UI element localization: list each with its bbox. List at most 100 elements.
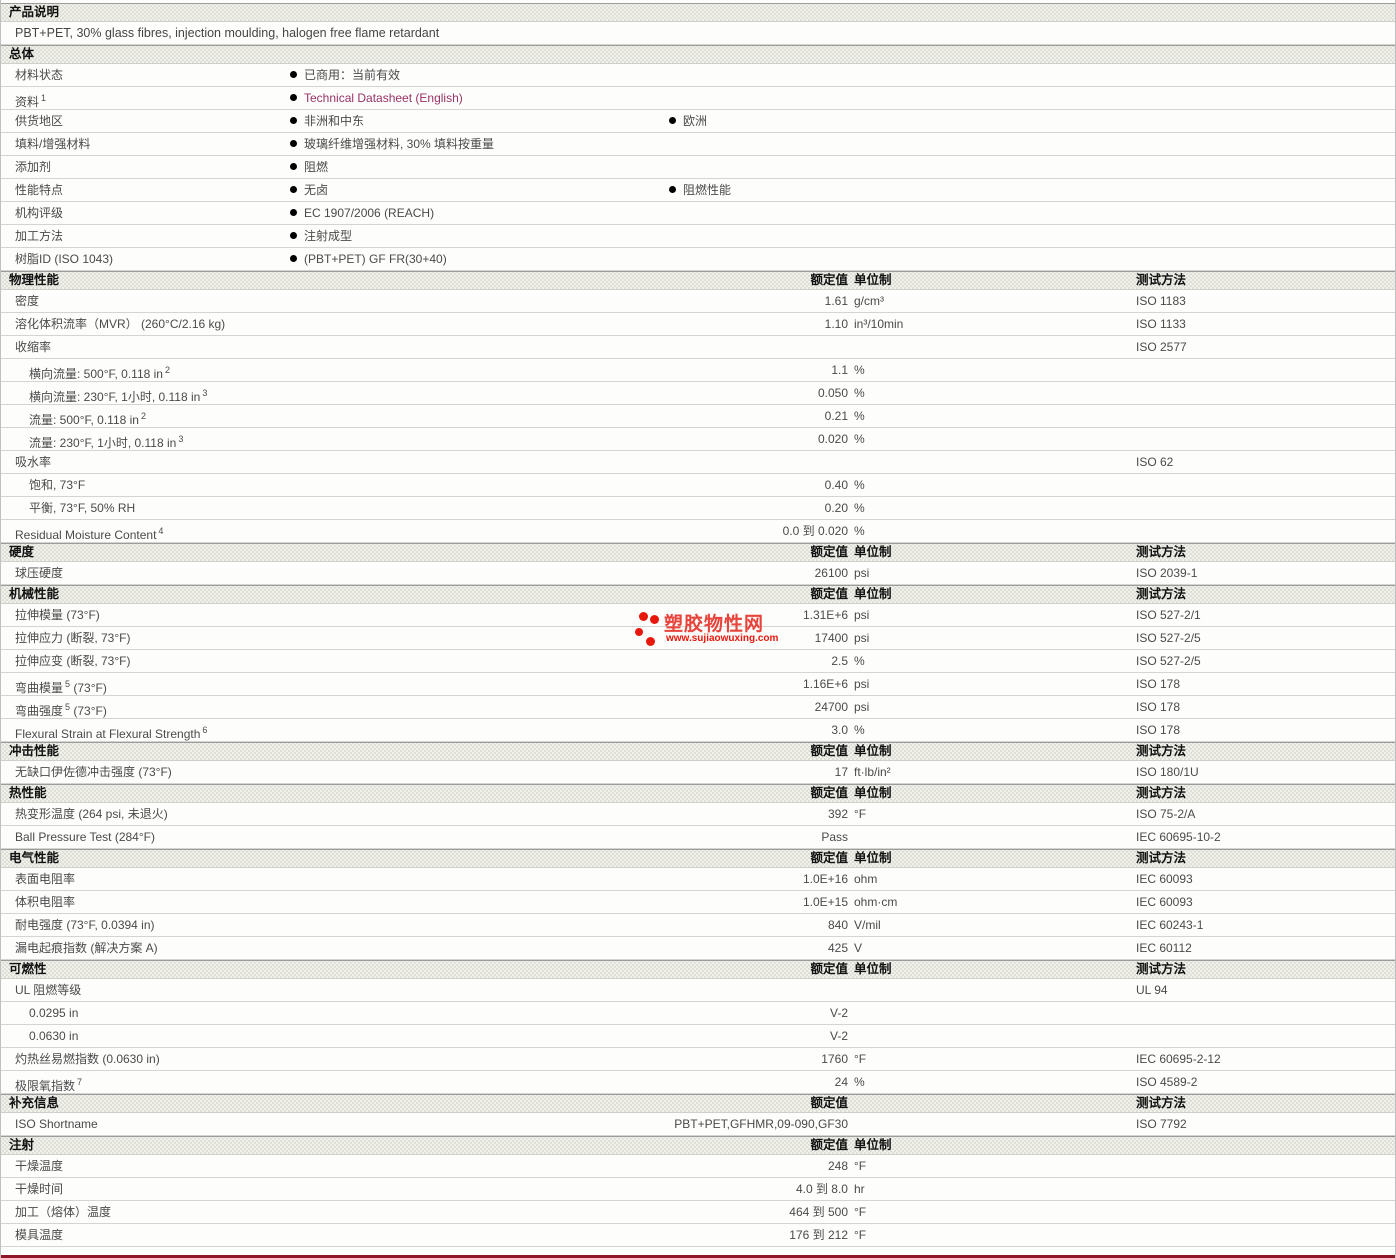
- property-unit: °F: [854, 1205, 867, 1219]
- bullet-icon: [290, 232, 297, 239]
- property-value: Pass: [821, 830, 848, 844]
- property-label: 表面电阻率: [15, 868, 75, 890]
- section-title: 总体: [9, 47, 35, 61]
- bullet-icon: [669, 186, 676, 193]
- test-method: ISO 178: [1136, 700, 1181, 714]
- property-value: V-2: [829, 1029, 848, 1043]
- datasheet-link[interactable]: Technical Datasheet (English): [304, 91, 463, 105]
- section-title: 热性能: [9, 786, 47, 800]
- table-row: 密度 1.61 g/cm³ ISO 1183: [1, 290, 1395, 313]
- table-row: ISO Shortname PBT+PET,GFHMR,09-090,GF30 IS…: [1, 1113, 1395, 1136]
- property-label: 球压硬度: [15, 562, 63, 584]
- property-label-text: 无缺口伊佐德冲击强度 (73°F): [15, 765, 172, 779]
- column-header-value: 额定值: [810, 744, 848, 758]
- property-label-text: 表面电阻率: [15, 872, 76, 886]
- property-value: 392: [827, 807, 848, 821]
- section-header: 产品说明: [1, 3, 1395, 22]
- footnote-ref: 3: [178, 434, 184, 444]
- table-row: 供货地区 非洲和中东 欧洲: [1, 110, 1395, 133]
- property-label: 无缺口伊佐德冲击强度 (73°F): [15, 761, 172, 783]
- bullet-icon: [290, 163, 297, 170]
- bullet-icon: [290, 255, 297, 262]
- property-value: 1.1: [831, 363, 848, 377]
- bullet-item-label: 欧洲: [683, 114, 708, 128]
- property-unit: %: [854, 501, 865, 515]
- property-label: 模具温度: [15, 1224, 63, 1246]
- property-value: 17400: [814, 631, 848, 645]
- bullet-item: 已商用：当前有效: [290, 64, 400, 86]
- property-unit: %: [854, 524, 865, 538]
- bullet-item-label: 非洲和中东: [304, 114, 365, 128]
- table-row: 球压硬度 26100 psi ISO 2039-1: [1, 562, 1395, 585]
- section-header: 电气性能 额定值 单位制 测试方法: [1, 849, 1395, 868]
- table-row: 拉伸应力 (断裂, 73°F) 17400 psi ISO 527-2/5: [1, 627, 1395, 650]
- footnote-ref: 4: [158, 526, 164, 536]
- table-row: 弯曲强度 5 (73°F) 24700 psi ISO 178: [1, 696, 1395, 719]
- product-description: PBT+PET, 30% glass fibres, injection mou…: [15, 26, 440, 40]
- test-method: IEC 60093: [1136, 895, 1193, 909]
- property-label-text: 拉伸应变 (断裂, 73°F): [15, 654, 131, 668]
- property-label: 吸水率: [15, 451, 51, 473]
- property-label: 溶化体积流率（MVR） (260°C/2.16 kg): [15, 313, 225, 335]
- property-label-text: 加工（熔体）温度: [15, 1205, 112, 1219]
- column-header-value: 额定值: [810, 1096, 848, 1110]
- property-value: 1.10: [824, 317, 848, 331]
- table-row: Flexural Strain at Flexural Strength 6 3.0…: [1, 719, 1395, 742]
- section-header: 硬度 额定值 单位制 测试方法: [1, 543, 1395, 562]
- property-label-text: 球压硬度: [15, 566, 64, 580]
- test-method: ISO 75-2/A: [1136, 807, 1196, 821]
- property-label-text: 耐电强度 (73°F, 0.0394 in): [15, 918, 155, 932]
- table-row: 吸水率 ISO 62: [1, 451, 1395, 474]
- test-method: ISO 1183: [1136, 294, 1186, 308]
- property-label-text: 极限氧指数: [15, 1079, 76, 1093]
- property-label-text: 填料/增强材料: [15, 137, 91, 151]
- property-unit: %: [854, 1075, 865, 1089]
- property-unit: psi: [854, 677, 870, 691]
- property-label: 性能特点: [15, 179, 63, 201]
- property-label-cond: (73°F): [70, 681, 107, 695]
- property-label-text: 平衡, 73°F, 50% RH: [29, 501, 136, 515]
- property-label-text: 饱和, 73°F: [29, 478, 86, 492]
- table-row: 热变形温度 (264 psi, 未退火) 392 °F ISO 75-2/A: [1, 803, 1395, 826]
- property-unit: ohm·cm: [854, 895, 898, 909]
- property-value: 1760: [821, 1052, 848, 1066]
- property-value: 1.0E+15: [802, 895, 848, 909]
- footnote-ref: 2: [164, 365, 170, 375]
- property-value: 0.0 到 0.020: [782, 524, 848, 538]
- property-label-text: 树脂ID (ISO 1043): [15, 252, 114, 266]
- test-method: IEC 60112: [1136, 941, 1192, 955]
- bullet-item: 无卤: [290, 179, 328, 201]
- test-method: ISO 178: [1136, 723, 1181, 737]
- test-method: ISO 62: [1136, 455, 1174, 469]
- property-value: 17: [834, 765, 848, 779]
- property-unit: °F: [854, 1159, 867, 1173]
- property-label-text: 溶化体积流率（MVR） (260°C/2.16 kg): [15, 317, 226, 331]
- section-header: 机械性能 额定值 单位制 测试方法: [1, 585, 1395, 604]
- property-label-text: 材料状态: [15, 68, 64, 82]
- property-label-text: 漏电起痕指数 (解决方案 A): [15, 941, 158, 955]
- property-unit: V/mil: [854, 918, 881, 932]
- section-title: 机械性能: [9, 587, 60, 601]
- column-header-value: 额定值: [810, 587, 848, 601]
- property-label: UL 阻燃等级: [15, 979, 81, 1001]
- table-row: 极限氧指数 7 24% ISO 4589-2: [1, 1071, 1395, 1094]
- table-row: 加工（熔体）温度 464 到 500 °F: [1, 1201, 1395, 1224]
- section-title: 冲击性能: [9, 744, 60, 758]
- footnote-ref: 1: [41, 93, 47, 103]
- table-row: 收缩率 ISO 2577: [1, 336, 1395, 359]
- property-label: 加工方法: [15, 225, 63, 247]
- bullet-item: (PBT+PET) GF FR(30+40): [290, 248, 447, 270]
- property-label: Ball Pressure Test (284°F): [15, 826, 155, 848]
- bullet-icon: [290, 209, 297, 216]
- property-value: 1.0E+16: [802, 872, 848, 886]
- property-value: 1.61: [824, 294, 848, 308]
- bullet-item: EC 1907/2006 (REACH): [290, 202, 434, 224]
- test-method: ISO 180/1U: [1136, 765, 1199, 779]
- column-header-method: 测试方法: [1136, 545, 1187, 559]
- column-header-unit: 单位制: [854, 587, 892, 601]
- property-label: 收缩率: [15, 336, 51, 358]
- test-method: IEC 60695-2-12: [1136, 1052, 1221, 1066]
- bullet-item-label: EC 1907/2006 (REACH): [304, 206, 435, 220]
- property-label-text: ISO Shortname: [15, 1117, 98, 1131]
- property-label-text: Flexural Strain at Flexural Strength: [15, 727, 201, 741]
